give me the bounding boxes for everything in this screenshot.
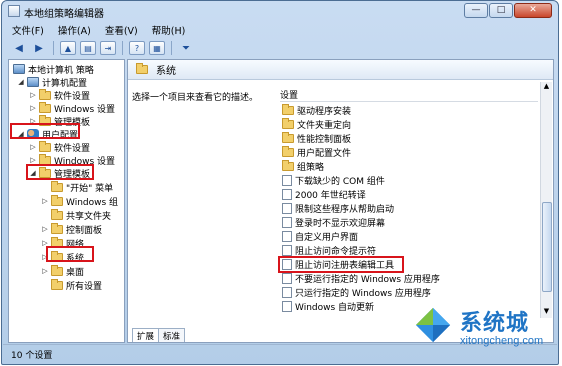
forward-icon[interactable]: ▶ <box>31 41 47 55</box>
tree-item-start-menu[interactable]: "开始" 菜单 <box>49 180 113 194</box>
list-item[interactable]: 限制这些程序从帮助启动 <box>280 202 394 215</box>
expand-icon[interactable]: ▷ <box>41 225 49 233</box>
maximize-button[interactable]: □ <box>489 3 513 18</box>
watermark: 系统城 xitongcheng.com <box>410 300 560 365</box>
highlight-system <box>46 246 94 262</box>
tree-item-windows-settings[interactable]: ▷ Windows 设置 <box>29 101 115 115</box>
menu-help[interactable]: 帮助(H) <box>152 24 186 39</box>
expand-icon[interactable]: ▷ <box>29 104 37 112</box>
folder-icon <box>51 264 63 276</box>
close-button[interactable]: ✕ <box>514 3 552 18</box>
expand-icon[interactable]: ▷ <box>29 91 37 99</box>
list-item[interactable]: 登录时不显示欢迎屏幕 <box>280 216 385 229</box>
view-tabs: 扩展 标准 <box>128 328 186 342</box>
list-item[interactable]: 只运行指定的 Windows 应用程序 <box>280 286 431 299</box>
tree-item-computer-config[interactable]: ◢ 计算机配置 <box>17 75 87 89</box>
tree-item-local-policy[interactable]: 本地计算机 策略 <box>11 62 94 76</box>
tree-item-software-settings[interactable]: ▷ 软件设置 <box>29 140 90 154</box>
policy-setting-icon <box>282 217 292 228</box>
expand-icon[interactable]: ▷ <box>41 267 49 275</box>
tree-item-control-panel[interactable]: ▷ 控制面板 <box>41 222 102 236</box>
properties-icon[interactable]: ▦ <box>149 41 165 55</box>
status-text: 10 个设置 <box>11 351 53 361</box>
folder-icon <box>51 278 63 290</box>
filter-icon[interactable]: ⏷ <box>178 41 194 55</box>
details-header: 系统 <box>128 60 553 80</box>
watermark-name: 系统城 <box>460 311 530 336</box>
title-bar: 本地组策略编辑器 — □ ✕ <box>2 1 558 23</box>
list-item[interactable]: 性能控制面板 <box>280 132 351 145</box>
column-header-settings[interactable]: 设置 <box>280 88 538 102</box>
folder-icon <box>282 104 294 115</box>
collapse-icon[interactable]: ◢ <box>17 78 25 86</box>
show-tree-icon[interactable]: ▤ <box>80 41 96 55</box>
tree-item-software-settings[interactable]: ▷ 软件设置 <box>29 88 90 102</box>
tab-standard[interactable]: 标准 <box>158 328 186 342</box>
list-item[interactable]: 用户配置文件 <box>280 146 351 159</box>
vertical-scrollbar[interactable]: ▲ ▼ <box>540 82 552 318</box>
folder-icon <box>51 208 63 220</box>
list-item[interactable]: 驱动程序安装 <box>280 104 351 117</box>
help-icon[interactable]: ? <box>129 41 145 55</box>
policy-setting-icon <box>282 245 292 256</box>
window-title: 本地组策略编辑器 <box>24 9 104 20</box>
windows-logo-icon <box>415 307 451 343</box>
scroll-up-icon[interactable]: ▲ <box>541 82 552 93</box>
folder-icon <box>282 160 294 171</box>
list-item[interactable]: 自定义用户界面 <box>280 230 358 243</box>
policy-setting-icon <box>282 273 292 284</box>
menu-file[interactable]: 文件(F) <box>12 24 44 39</box>
highlight-admin-templates <box>26 164 94 180</box>
list-item[interactable]: 文件夹重定向 <box>280 118 351 131</box>
menu-bar: 文件(F) 操作(A) 查看(V) 帮助(H) <box>6 24 554 39</box>
list-item[interactable]: 不要运行指定的 Windows 应用程序 <box>280 272 440 285</box>
tree-item-desktop[interactable]: ▷ 桌面 <box>41 264 84 278</box>
app-icon <box>8 5 20 17</box>
policy-setting-icon <box>282 189 292 200</box>
tree-item-windows-components[interactable]: ▷ Windows 组 <box>41 194 118 208</box>
description-text: 选择一个项目来查看它的描述。 <box>132 93 259 103</box>
tree-pane: 本地计算机 策略 ◢ 计算机配置 ▷ 软件设置 ▷ Windows 设置 ▷ 管理模板 … <box>8 59 125 343</box>
folder-icon <box>39 101 51 113</box>
menu-action[interactable]: 操作(A) <box>58 24 91 39</box>
folder-icon <box>39 140 51 152</box>
policy-setting-icon <box>282 175 292 186</box>
export-list-icon[interactable]: ⇥ <box>100 41 116 55</box>
list-item[interactable]: 2000 年世纪转译 <box>280 188 366 201</box>
folder-icon <box>39 88 51 100</box>
policy-setting-icon <box>282 287 292 298</box>
expand-icon[interactable]: ▷ <box>29 143 37 151</box>
list-item[interactable]: Windows 自动更新 <box>280 300 374 313</box>
up-folder-icon[interactable]: ▲ <box>60 41 76 55</box>
policy-setting-icon <box>282 301 292 312</box>
expand-icon[interactable]: ▷ <box>41 197 49 205</box>
tab-extended[interactable]: 扩展 <box>132 328 160 342</box>
computer-icon <box>27 77 39 87</box>
toolbar: ◀ ▶ ▲ ▤ ⇥ ? ▦ ⏷ <box>6 39 554 57</box>
list-item[interactable]: 下载缺少的 COM 组件 <box>280 174 385 187</box>
policy-setting-icon <box>282 231 292 242</box>
folder-icon <box>136 63 148 74</box>
menu-view[interactable]: 查看(V) <box>105 24 138 39</box>
minimize-button[interactable]: — <box>464 3 488 18</box>
tree-item-all-settings[interactable]: 所有设置 <box>49 278 102 292</box>
folder-icon <box>282 118 294 129</box>
folder-icon <box>51 194 63 206</box>
folder-icon <box>51 180 63 192</box>
back-icon[interactable]: ◀ <box>11 41 27 55</box>
computer-icon <box>13 64 25 74</box>
folder-icon <box>282 132 294 143</box>
highlight-registry-tools <box>278 256 404 273</box>
scroll-thumb[interactable] <box>542 202 552 292</box>
watermark-url: xitongcheng.com <box>460 335 544 347</box>
tree-item-shared-folders[interactable]: 共享文件夹 <box>49 208 111 222</box>
details-title: 系统 <box>156 66 176 77</box>
expand-icon[interactable]: ▷ <box>29 156 37 164</box>
folder-icon <box>51 222 63 234</box>
folder-icon <box>282 146 294 157</box>
highlight-user-config <box>10 123 80 139</box>
policy-setting-icon <box>282 203 292 214</box>
list-item[interactable]: 组策略 <box>280 160 324 173</box>
